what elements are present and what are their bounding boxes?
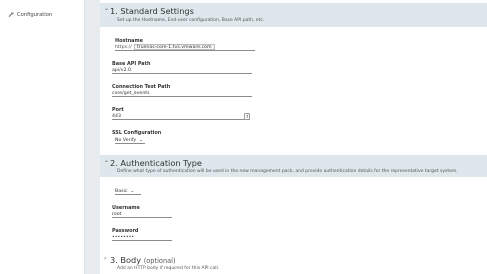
section-title: 1. Standard Settings bbox=[110, 6, 194, 16]
hostname-field[interactable]: https:// truenas-core-1.tvs.vmware.com bbox=[115, 44, 255, 51]
ssl-label: SSL Configuration bbox=[112, 130, 162, 136]
body-title-text: 3. Body bbox=[110, 255, 142, 265]
app-root: Configuration ⌄ 1. Standard Settings Set… bbox=[0, 0, 487, 274]
sidebar-item-configuration[interactable]: Configuration bbox=[8, 11, 52, 19]
auth-type-value: Basic bbox=[115, 188, 128, 194]
chevron-down-icon[interactable]: ⌄ bbox=[104, 157, 109, 164]
username-value: root bbox=[112, 211, 122, 217]
section-description: Add an HTTP body if required for this AP… bbox=[117, 266, 220, 271]
password-value: •••••••• bbox=[112, 234, 135, 240]
sidebar: Configuration bbox=[0, 0, 85, 274]
protocol-prefix: https:// bbox=[115, 44, 132, 50]
spinner-icon[interactable]: ▴ ▾ bbox=[244, 112, 250, 120]
chevron-down-icon: ⌄ bbox=[130, 188, 135, 194]
section-title: 3. Body (optional) bbox=[110, 255, 176, 265]
port-value: 443 bbox=[112, 113, 121, 119]
section-description: Set up the Hostname, End-user configurat… bbox=[117, 18, 265, 23]
authentication-header[interactable]: ⌄ 2. Authentication Type Define what typ… bbox=[100, 155, 487, 177]
hostname-input[interactable]: truenas-core-1.tvs.vmware.com bbox=[133, 44, 215, 50]
wrench-icon bbox=[8, 11, 14, 19]
base-api-input[interactable]: api/v2.0 bbox=[112, 67, 252, 74]
chevron-down-icon[interactable]: ⌄ bbox=[104, 5, 109, 12]
auth-type-select[interactable]: Basic ⌄ bbox=[115, 188, 141, 195]
section-title: 2. Authentication Type bbox=[110, 158, 202, 168]
sidebar-item-label: Configuration bbox=[17, 12, 53, 18]
test-path-value: core/get_events bbox=[112, 90, 150, 96]
password-input[interactable]: •••••••• bbox=[112, 234, 172, 241]
standard-settings-header[interactable]: ⌄ 1. Standard Settings Set up the Hostna… bbox=[100, 3, 487, 27]
port-input[interactable]: 443 ▴ ▾ bbox=[112, 112, 250, 120]
username-input[interactable]: root bbox=[112, 211, 172, 218]
chevron-right-icon[interactable]: › bbox=[104, 255, 106, 262]
chevron-down-icon: ⌄ bbox=[139, 137, 144, 143]
main-content: ⌄ 1. Standard Settings Set up the Hostna… bbox=[100, 0, 487, 274]
ssl-select[interactable]: No Verify ⌄ bbox=[115, 137, 145, 144]
base-api-value: api/v2.0 bbox=[112, 67, 131, 73]
content-gutter bbox=[85, 0, 100, 274]
section-description: Define what type of authentication will … bbox=[117, 169, 458, 174]
body-header[interactable]: › 3. Body (optional) Add an HTTP body if… bbox=[100, 253, 487, 274]
test-path-input[interactable]: core/get_events bbox=[112, 90, 252, 97]
optional-tag: (optional) bbox=[143, 257, 176, 265]
ssl-value: No Verify bbox=[115, 137, 137, 143]
